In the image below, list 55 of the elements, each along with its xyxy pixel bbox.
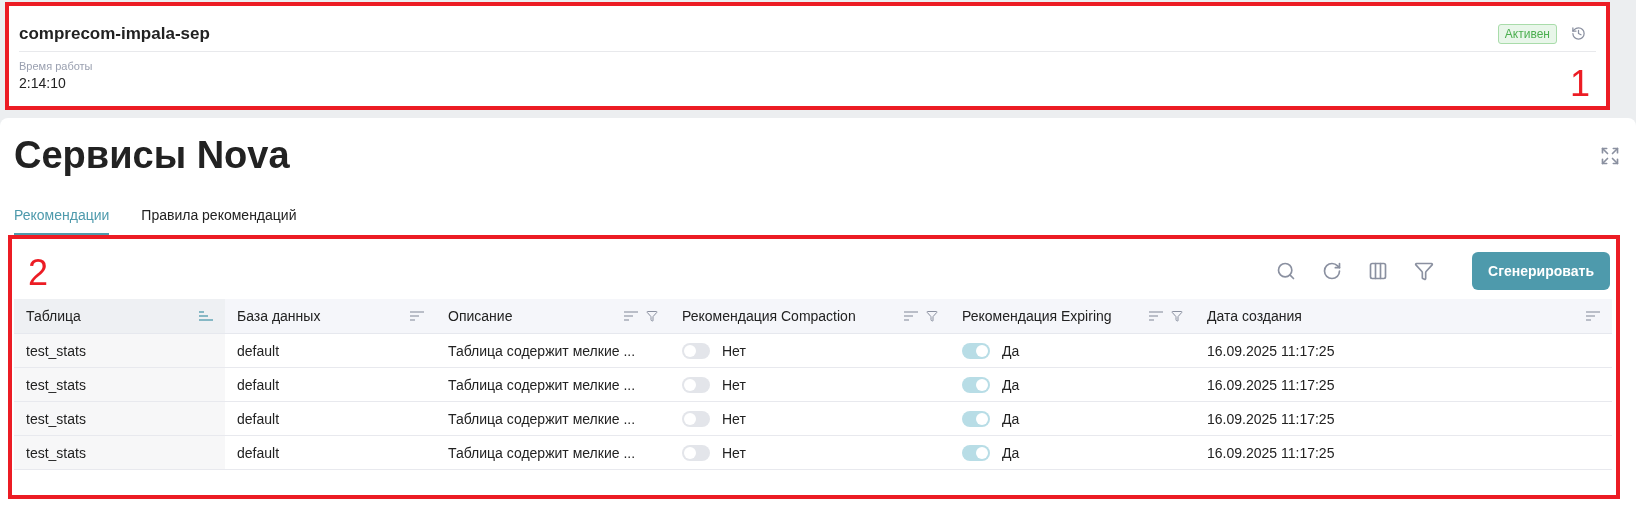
toggle-switch[interactable]	[962, 342, 990, 359]
filter-icon[interactable]	[646, 310, 658, 322]
history-icon[interactable]	[1571, 26, 1586, 41]
filter-icon[interactable]	[1171, 310, 1183, 322]
page-title: Сервисы Nova	[14, 134, 290, 177]
table-cell: test_stats	[14, 436, 225, 470]
instance-name: comprecom-impala-sep	[19, 23, 211, 44]
toggle-label: Да	[1002, 342, 1020, 359]
column-header[interactable]: Таблица	[14, 299, 225, 334]
sort-icon[interactable]	[1586, 311, 1600, 321]
table-cell: test_stats	[14, 402, 225, 436]
column-title: Рекомендация Compaction	[682, 308, 857, 324]
status-badge: Активен	[1497, 23, 1557, 44]
toggle-switch[interactable]	[962, 410, 990, 427]
toggle-switch[interactable]	[962, 444, 990, 461]
toggle-label: Нет	[722, 376, 746, 393]
table-cell: test_stats	[14, 368, 225, 402]
toggle-switch[interactable]	[682, 342, 710, 359]
sort-icon[interactable]	[904, 311, 918, 321]
sort-icon[interactable]	[624, 311, 638, 321]
tab[interactable]: Правила рекомендаций	[141, 207, 297, 235]
annotation-number: 1	[1569, 66, 1590, 102]
column-title: Дата создания	[1207, 308, 1303, 324]
columns-icon[interactable]	[1368, 261, 1389, 281]
toggle-switch[interactable]	[682, 444, 710, 461]
column-header[interactable]: Рекомендация Expiring	[950, 299, 1195, 334]
uptime-value: 2:14:10	[19, 75, 66, 91]
toggle-switch[interactable]	[962, 376, 990, 393]
column-header[interactable]: Рекомендация Compaction	[670, 299, 950, 334]
toggle-label: Нет	[722, 342, 746, 359]
filter-icon[interactable]	[1414, 261, 1435, 281]
column-title: Описание	[448, 308, 514, 324]
uptime-label: Время работы	[19, 60, 94, 72]
annotation-number: 2	[28, 255, 49, 291]
column-title: Рекомендация Expiring	[962, 308, 1113, 324]
toggle-label: Да	[1002, 410, 1020, 427]
refresh-icon[interactable]	[1322, 261, 1343, 281]
expand-icon[interactable]	[1600, 145, 1620, 166]
column-title: Таблица	[26, 308, 82, 324]
column-header[interactable]: Дата создания	[1195, 299, 1612, 334]
column-title: База данных	[237, 308, 322, 324]
search-icon[interactable]	[1276, 261, 1297, 281]
column-header[interactable]: База данных	[225, 299, 436, 334]
table-cell: test_stats	[14, 334, 225, 368]
column-header[interactable]: Описание	[436, 299, 670, 334]
toggle-label: Нет	[722, 410, 746, 427]
sort-icon[interactable]	[199, 311, 213, 321]
sort-icon[interactable]	[1149, 311, 1163, 321]
filter-icon[interactable]	[926, 310, 938, 322]
toggle-label: Нет	[722, 444, 746, 461]
sort-icon[interactable]	[410, 311, 424, 321]
toggle-switch[interactable]	[682, 410, 710, 427]
toggle-label: Да	[1002, 376, 1020, 393]
toggle-switch[interactable]	[682, 376, 710, 393]
toggle-label: Да	[1002, 444, 1020, 461]
